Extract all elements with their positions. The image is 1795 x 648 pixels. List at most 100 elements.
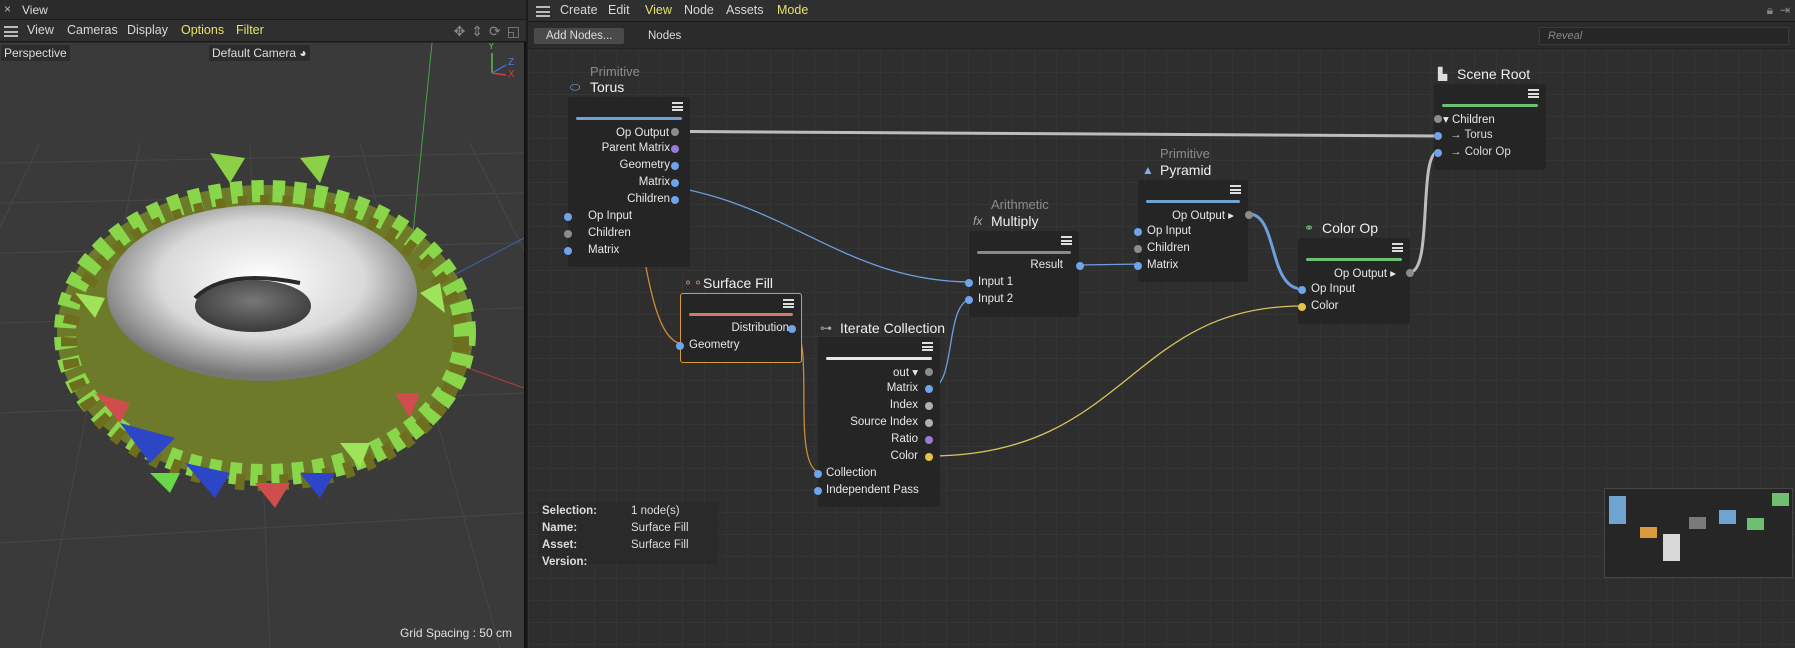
scene-root-port-color-op-label: Color Op xyxy=(1464,146,1511,158)
port-dot[interactable] xyxy=(564,213,572,221)
menu-cameras[interactable]: Cameras xyxy=(67,23,118,37)
menu-edit[interactable]: Edit xyxy=(608,3,630,17)
port-dot[interactable] xyxy=(1076,262,1084,270)
node-graph-canvas[interactable]: Primitive ⬭ Torus Op Output ▾ Parent Mat… xyxy=(528,50,1795,648)
grid-spacing-readout: Grid Spacing : 50 cm xyxy=(399,626,512,640)
3d-viewport[interactable]: Y Z X Perspective Default Camera ◕ Grid … xyxy=(0,43,524,648)
minimap-node xyxy=(1719,510,1736,524)
port-dot[interactable] xyxy=(564,230,572,238)
hamburger-menu-icon[interactable] xyxy=(536,6,550,17)
graph-minimap[interactable] xyxy=(1604,488,1793,578)
port-dot[interactable] xyxy=(1434,115,1442,123)
node-menu-icon[interactable] xyxy=(922,342,933,351)
add-nodes-button[interactable]: Add Nodes... xyxy=(534,28,625,44)
node-editor-menu-bar: Create Edit View Node Assets Mode 🔒︎ ⇥ xyxy=(528,0,1795,22)
menu-view[interactable]: View xyxy=(645,3,672,17)
viewport-projection-label[interactable]: Perspective xyxy=(1,45,70,61)
port-dot[interactable] xyxy=(671,128,679,136)
node-menu-icon[interactable] xyxy=(1230,185,1241,194)
menu-create[interactable]: Create xyxy=(560,3,598,17)
move-icon[interactable]: ✥ xyxy=(454,23,466,40)
port-dot[interactable] xyxy=(814,470,822,478)
port-dot[interactable] xyxy=(925,402,933,410)
reveal-search-input[interactable]: Reveal xyxy=(1539,27,1789,45)
menu-assets[interactable]: Assets xyxy=(726,3,764,17)
port-dot[interactable] xyxy=(1434,132,1442,140)
axis-gizmo xyxy=(491,53,507,76)
minimap-node xyxy=(1663,534,1680,561)
multiply-port-input2: Input 2 xyxy=(978,293,1014,305)
pyramid-port-children: Children xyxy=(1147,242,1190,254)
port-dot[interactable] xyxy=(564,247,572,255)
hamburger-menu-icon[interactable] xyxy=(4,26,18,37)
multiply-node[interactable]: Result Input 1 Input 2 xyxy=(965,231,1084,317)
iterate-collection-node[interactable]: out ▾ Matrix Index Source Index Ratio Co… xyxy=(814,337,940,507)
camera-label: Default Camera xyxy=(212,46,297,60)
menu-mode[interactable]: Mode xyxy=(777,3,808,17)
torus-node[interactable]: Op Output ▾ Parent Matrix Geometry Matri… xyxy=(564,97,690,267)
dolly-icon[interactable]: ⇕ xyxy=(471,23,483,40)
port-dot[interactable] xyxy=(671,196,679,204)
lock-icon[interactable]: 🔒︎ xyxy=(1767,3,1773,18)
menu-display[interactable]: Display xyxy=(127,23,168,37)
scene-root-node[interactable]: ▾ Children → Torus → Color Op xyxy=(1434,84,1546,170)
port-dot[interactable] xyxy=(814,487,822,495)
port-dot[interactable] xyxy=(965,279,973,287)
color-op-port-color: Color xyxy=(1311,300,1339,312)
multiply-category: Arithmetic xyxy=(991,197,1049,212)
tab-nodes[interactable]: Nodes xyxy=(648,30,681,42)
menu-filter[interactable]: Filter xyxy=(236,23,264,37)
port-dot[interactable] xyxy=(925,385,933,393)
node-menu-icon[interactable] xyxy=(672,102,683,111)
minimap-node xyxy=(1609,496,1626,524)
surface-fill-port-distribution: Distribution xyxy=(731,322,789,334)
iterate-port-index: Index xyxy=(889,399,918,411)
port-dot[interactable] xyxy=(1134,245,1142,253)
port-dot[interactable] xyxy=(1434,149,1442,157)
pyramid-node[interactable]: Op Output ▸ Op Input Children Matrix xyxy=(1134,180,1253,282)
info-selection-label: Selection: xyxy=(542,505,597,517)
minimap-node xyxy=(1772,493,1789,506)
port-dot[interactable] xyxy=(1406,269,1414,277)
torus-port-op-input: Op Input xyxy=(588,210,633,222)
axis-y-label: Y xyxy=(488,43,495,52)
node-menu-icon[interactable] xyxy=(1528,89,1539,98)
port-dot[interactable] xyxy=(925,368,933,376)
port-dot[interactable] xyxy=(925,453,933,461)
rotate-icon[interactable]: ⟳ xyxy=(489,23,501,40)
port-dot[interactable] xyxy=(1134,262,1142,270)
port-dot[interactable] xyxy=(1134,228,1142,236)
iterate-port-ratio: Ratio xyxy=(891,433,918,445)
port-dot[interactable] xyxy=(671,162,679,170)
node-menu-icon[interactable] xyxy=(1061,236,1072,245)
port-dot[interactable] xyxy=(1245,211,1253,219)
color-op-node[interactable]: Op Output ▸ Op Input Color xyxy=(1298,238,1414,324)
port-dot[interactable] xyxy=(1298,286,1306,294)
node-menu-icon[interactable] xyxy=(1392,243,1403,252)
wire-torus-to-scene-root xyxy=(603,129,1440,138)
port-dot[interactable] xyxy=(671,179,679,187)
close-icon[interactable]: × xyxy=(4,2,11,16)
info-selection-value: 1 node(s) xyxy=(631,505,680,517)
wire-iterate-color-to-color-op xyxy=(928,305,1303,457)
menu-view[interactable]: View xyxy=(27,23,54,37)
port-dot[interactable] xyxy=(671,145,679,153)
multiply-port-input1: Input 1 xyxy=(978,276,1014,288)
info-asset-value: Surface Fill xyxy=(631,539,689,551)
info-version-label: Version: xyxy=(542,556,588,568)
node-menu-icon[interactable] xyxy=(783,299,794,308)
port-dot[interactable] xyxy=(925,419,933,427)
camera-selector[interactable]: Default Camera ◕ xyxy=(209,45,310,61)
surface-fill-node[interactable]: Distribution Geometry xyxy=(676,293,802,363)
port-dot[interactable] xyxy=(965,296,973,304)
port-dot[interactable] xyxy=(788,325,796,333)
menu-node[interactable]: Node xyxy=(684,3,714,17)
port-dot[interactable] xyxy=(676,342,684,350)
port-dot[interactable] xyxy=(1298,303,1306,311)
expand-icon[interactable]: ⇥ xyxy=(1780,3,1790,17)
port-dot[interactable] xyxy=(925,436,933,444)
scene-root-title: Scene Root xyxy=(1457,66,1531,82)
torus-port-parent-matrix: Parent Matrix xyxy=(601,142,670,154)
maximize-icon[interactable]: ◱ xyxy=(507,23,520,40)
menu-options[interactable]: Options xyxy=(181,23,224,37)
